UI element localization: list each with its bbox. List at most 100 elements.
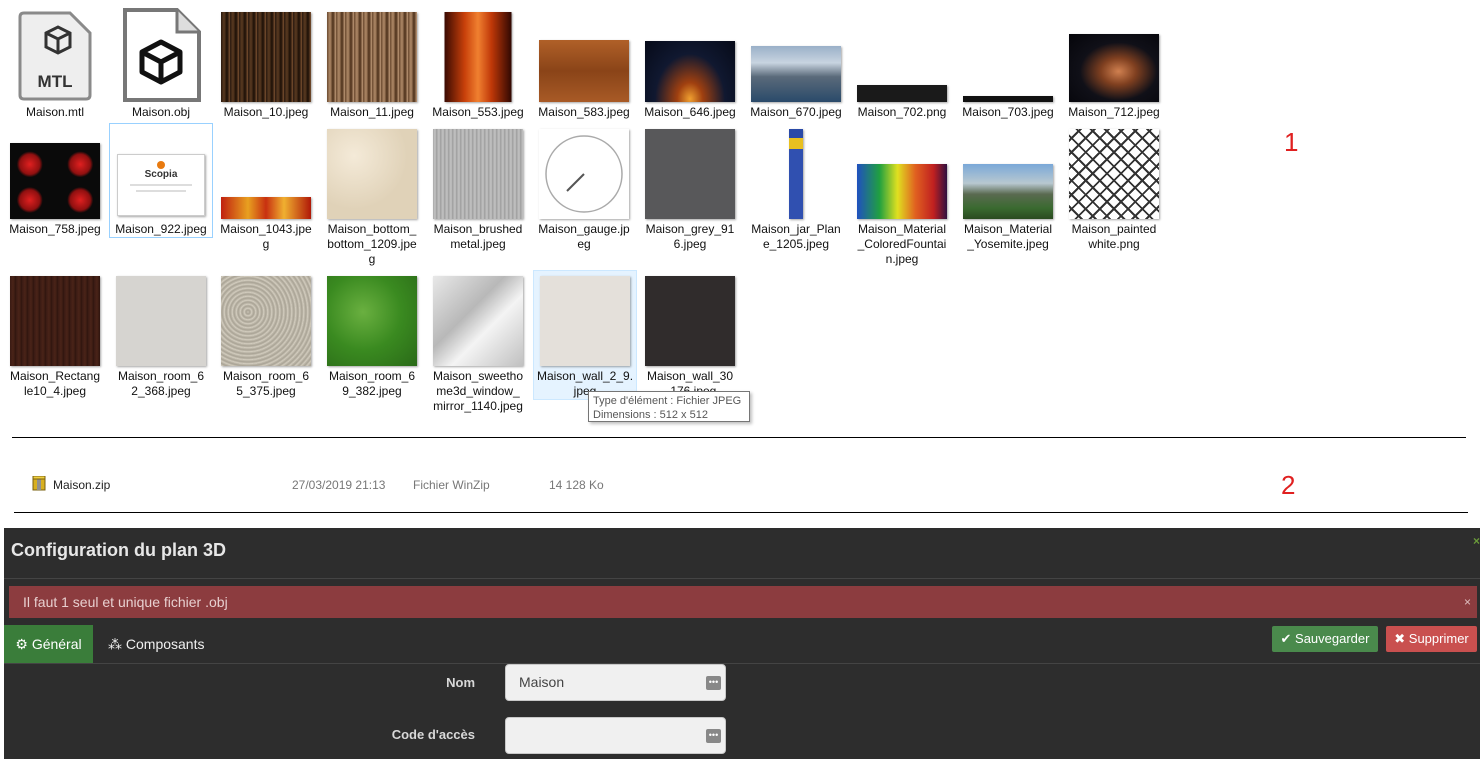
file-item[interactable]: Maison_room_69_382.jpeg bbox=[324, 271, 420, 399]
file-item[interactable]: Maison_jar_Plane_1205.jpeg bbox=[748, 124, 844, 252]
divider bbox=[4, 663, 1480, 664]
thumbnail bbox=[789, 129, 803, 219]
nom-label: Nom bbox=[446, 675, 475, 690]
x-icon: ✖ bbox=[1394, 631, 1406, 646]
alert-close-button[interactable]: × bbox=[1464, 586, 1471, 618]
nom-input[interactable]: Maison ••• bbox=[505, 664, 726, 701]
panel-title: Configuration du plan 3D bbox=[11, 540, 226, 560]
winzip-icon bbox=[32, 476, 46, 491]
file-item[interactable]: Maison_702.png bbox=[854, 7, 950, 120]
file-name: Maison_1043.jpeg bbox=[220, 222, 312, 251]
file-item[interactable]: Maison_670.jpeg bbox=[748, 7, 844, 120]
file-item[interactable]: Maison_Rectangle10_4.jpeg bbox=[7, 271, 103, 399]
file-item[interactable]: Maison_553.jpeg bbox=[430, 7, 526, 120]
thumbnail bbox=[221, 12, 311, 102]
delete-button[interactable]: ✖ Supprimer bbox=[1386, 626, 1477, 652]
file-item[interactable]: Maison_11.jpeg bbox=[324, 7, 420, 120]
thumbnail bbox=[10, 276, 100, 366]
thumbnail bbox=[1069, 34, 1159, 102]
thumbnail bbox=[327, 129, 417, 219]
mtl-file-icon: MTL bbox=[7, 7, 103, 102]
file-name: Maison_Material_ColoredFountain.jpeg bbox=[857, 222, 947, 266]
thumbnail bbox=[221, 197, 311, 219]
alert-text: Il faut 1 seul et unique fichier .obj bbox=[23, 594, 228, 610]
file-name: Maison_702.png bbox=[857, 105, 947, 119]
file-name: Maison_room_62_368.jpeg bbox=[117, 369, 205, 398]
thumbnail bbox=[963, 164, 1053, 219]
thumbnail bbox=[540, 276, 630, 366]
tooltip-dimensions: Dimensions : 512 x 512 bbox=[593, 409, 708, 421]
file-name: Maison_758.jpeg bbox=[9, 222, 101, 236]
file-tooltip: Type d'élément : Fichier JPEG Dimensions… bbox=[588, 391, 750, 422]
file-item[interactable]: MTL Maison.mtl bbox=[7, 7, 103, 120]
file-name: Maison_922.jpeg bbox=[115, 222, 207, 236]
file-item[interactable]: Maison_wall_2_9.jpeg bbox=[533, 270, 637, 400]
tab-general[interactable]: ⚙ Général bbox=[4, 625, 93, 663]
file-name: Maison_553.jpeg bbox=[432, 105, 524, 119]
thumbnail bbox=[645, 276, 735, 366]
gear-icon: ⚙ bbox=[15, 636, 28, 652]
divider bbox=[14, 512, 1468, 513]
save-button[interactable]: ✔ Sauvegarder bbox=[1272, 626, 1378, 652]
marker-2: 2 bbox=[1281, 470, 1296, 500]
file-item[interactable]: Maison_703.jpeg bbox=[960, 7, 1056, 120]
file-item[interactable]: Maison_room_62_368.jpeg bbox=[113, 271, 209, 399]
file-name: Maison_bottom_bottom_1209.jpeg bbox=[327, 222, 417, 266]
file-name: Maison_room_65_375.jpeg bbox=[222, 369, 310, 398]
file-name: Maison.obj bbox=[131, 105, 191, 119]
file-item[interactable]: Maison.obj bbox=[113, 7, 209, 120]
file-item[interactable]: Maison_758.jpeg bbox=[7, 124, 103, 237]
file-name: Maison_room_69_382.jpeg bbox=[328, 369, 416, 398]
file-item[interactable]: Maison_712.jpeg bbox=[1066, 7, 1162, 120]
thumbnail bbox=[221, 276, 311, 366]
zip-type: Fichier WinZip bbox=[413, 478, 490, 492]
save-label: Sauvegarder bbox=[1295, 631, 1370, 646]
file-name: Maison_paintedwhite.png bbox=[1071, 222, 1157, 251]
file-item[interactable]: Maison_room_65_375.jpeg bbox=[218, 271, 314, 399]
file-item[interactable]: Maison_sweethome3d_window_mirror_1140.jp… bbox=[430, 271, 526, 414]
thumbnail bbox=[1069, 129, 1159, 219]
file-item[interactable]: Maison_10.jpeg bbox=[218, 7, 314, 120]
file-item[interactable]: Scopia Maison_922.jpeg bbox=[109, 123, 213, 238]
file-item[interactable]: Maison_gauge.jpeg bbox=[536, 124, 632, 252]
file-item[interactable]: Maison_Material_ColoredFountain.jpeg bbox=[854, 124, 950, 267]
tooltip-type: Type d'élément : Fichier JPEG bbox=[593, 395, 742, 407]
file-name: Maison_gauge.jpeg bbox=[538, 222, 630, 251]
file-name: Maison_670.jpeg bbox=[750, 105, 842, 119]
file-name: Maison_10.jpeg bbox=[223, 105, 309, 119]
thumbnail bbox=[539, 40, 629, 102]
thumbnail: Scopia bbox=[117, 154, 205, 216]
thumbnail bbox=[116, 276, 206, 366]
error-alert: Il faut 1 seul et unique fichier .obj × bbox=[9, 586, 1477, 618]
file-name: Maison_jar_Plane_1205.jpeg bbox=[751, 222, 841, 251]
code-label: Code d'accès bbox=[391, 727, 475, 742]
file-item[interactable]: Maison_brushedmetal.jpeg bbox=[430, 124, 526, 252]
file-item[interactable]: Maison_paintedwhite.png bbox=[1066, 124, 1162, 252]
file-item[interactable]: Maison_Material_Yosemite.jpeg bbox=[960, 124, 1056, 252]
file-name: Maison_Rectangle10_4.jpeg bbox=[9, 369, 101, 398]
file-explorer: MTL Maison.mtl Maison.obj Maison_10.jpeg… bbox=[0, 0, 1480, 430]
zip-name: Maison.zip bbox=[53, 478, 111, 492]
thumbnail bbox=[327, 12, 417, 102]
file-name: Maison_grey_916.jpeg bbox=[645, 222, 735, 251]
file-item[interactable]: Maison_646.jpeg bbox=[642, 7, 738, 120]
file-item[interactable]: Maison_grey_916.jpeg bbox=[642, 124, 738, 252]
more-icon[interactable]: ••• bbox=[706, 676, 721, 690]
code-input[interactable]: ••• bbox=[505, 717, 726, 754]
file-name: Maison_brushedmetal.jpeg bbox=[433, 222, 523, 251]
tab-components[interactable]: ⁂ Composants bbox=[108, 625, 204, 663]
thumbnail bbox=[857, 85, 947, 102]
divider bbox=[4, 578, 1480, 579]
close-icon[interactable]: × bbox=[1473, 534, 1480, 548]
file-item[interactable]: Maison_583.jpeg bbox=[536, 7, 632, 120]
check-icon: ✔ bbox=[1280, 631, 1292, 646]
file-item[interactable]: Maison_1043.jpeg bbox=[218, 124, 314, 252]
tab-label: Composants bbox=[125, 636, 205, 652]
zip-size: 14 128 Ko bbox=[549, 478, 604, 492]
file-name: Maison_583.jpeg bbox=[538, 105, 630, 119]
file-name: Maison_712.jpeg bbox=[1068, 105, 1160, 119]
thumbnail bbox=[645, 129, 735, 219]
file-item[interactable]: Maison_wall_30_176.jpeg bbox=[642, 271, 738, 399]
more-icon[interactable]: ••• bbox=[706, 729, 721, 743]
file-item[interactable]: Maison_bottom_bottom_1209.jpeg bbox=[324, 124, 420, 267]
